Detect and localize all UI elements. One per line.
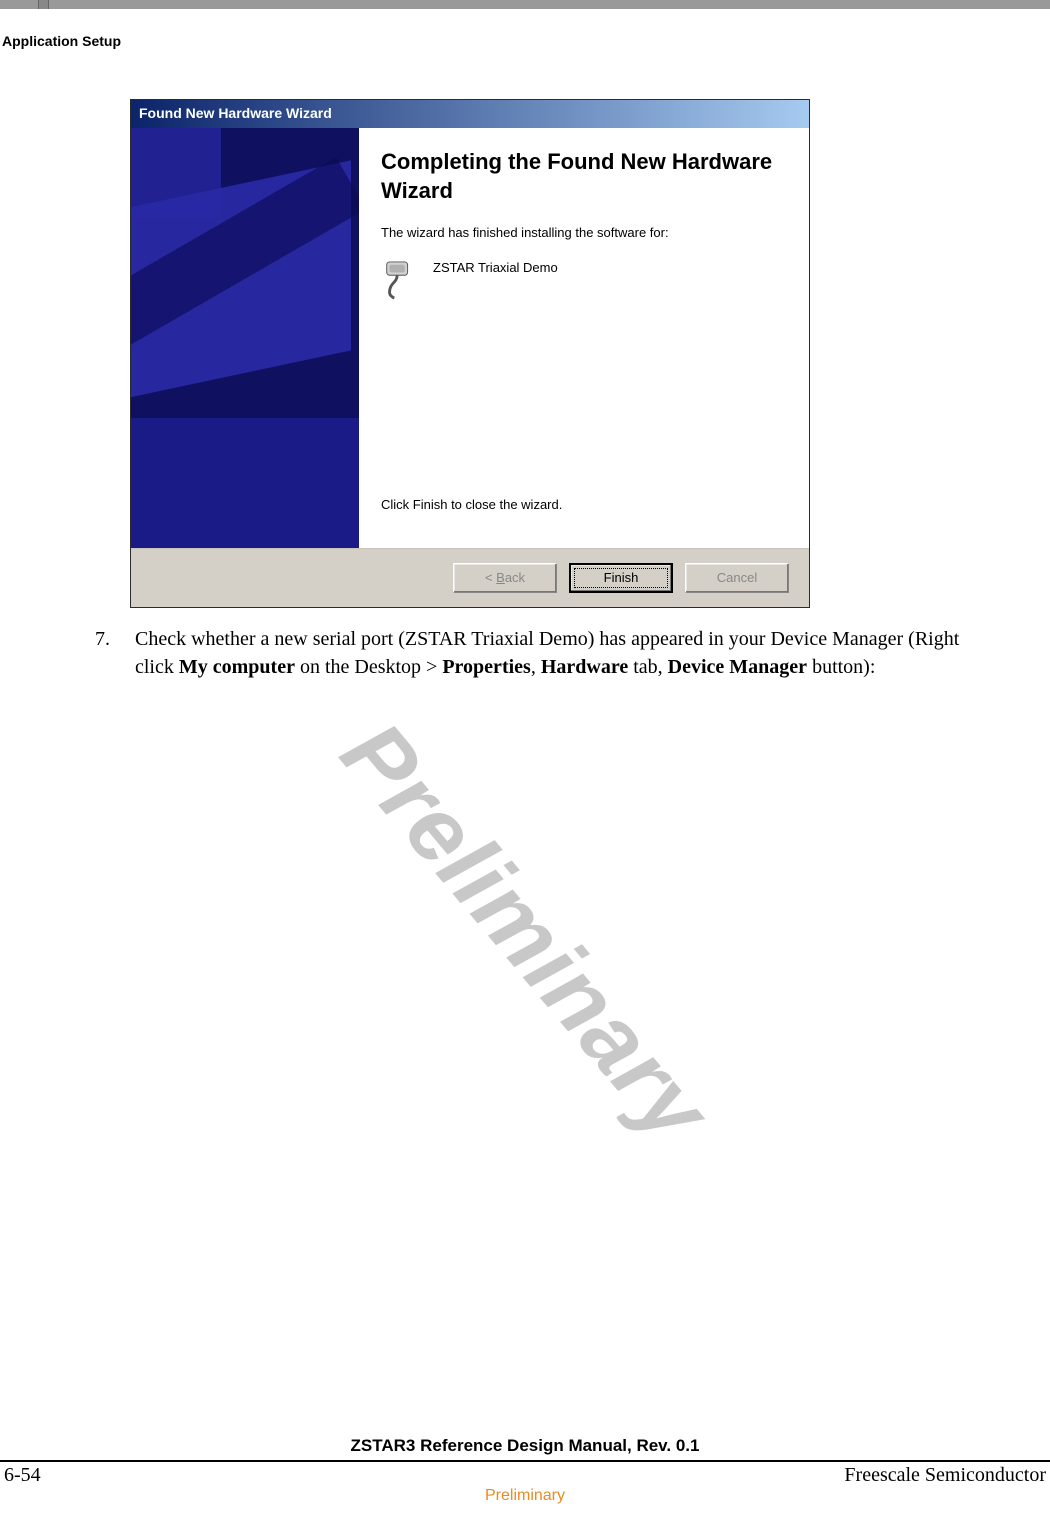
section-header: Application Setup (2, 33, 1050, 49)
footer-page-number: 6-54 (4, 1464, 41, 1487)
cancel-button: Cancel (685, 563, 789, 593)
watermark-preliminary: Preliminary (320, 703, 730, 1163)
device-row: ZSTAR Triaxial Demo (381, 260, 791, 303)
wizard-titlebar: Found New Hardware Wizard (131, 100, 809, 128)
step-7: 7. Check whether a new serial port (ZSTA… (95, 626, 990, 681)
serial-port-icon (381, 260, 419, 303)
finish-button[interactable]: Finish (569, 563, 673, 593)
top-scrollbar (0, 0, 1050, 9)
wizard-close-instruction: Click Finish to close the wizard. (381, 497, 791, 512)
back-button: < Back (453, 563, 557, 593)
wizard-dialog: Found New Hardware Wizard Completing the… (130, 99, 810, 608)
wizard-sidebar-graphic (131, 128, 359, 548)
footer-manual-title: ZSTAR3 Reference Design Manual, Rev. 0.1 (0, 1436, 1050, 1456)
step-text: Check whether a new serial port (ZSTAR T… (135, 626, 990, 681)
step-number: 7. (95, 626, 121, 681)
wizard-intro-text: The wizard has finished installing the s… (381, 225, 791, 240)
page-footer: ZSTAR3 Reference Design Manual, Rev. 0.1… (0, 1436, 1050, 1505)
footer-preliminary: Preliminary (0, 1487, 1050, 1505)
footer-rule (0, 1460, 1050, 1462)
device-name: ZSTAR Triaxial Demo (433, 260, 558, 275)
footer-company: Freescale Semiconductor (844, 1464, 1046, 1487)
wizard-heading: Completing the Found New Hardware Wizard (381, 148, 791, 205)
